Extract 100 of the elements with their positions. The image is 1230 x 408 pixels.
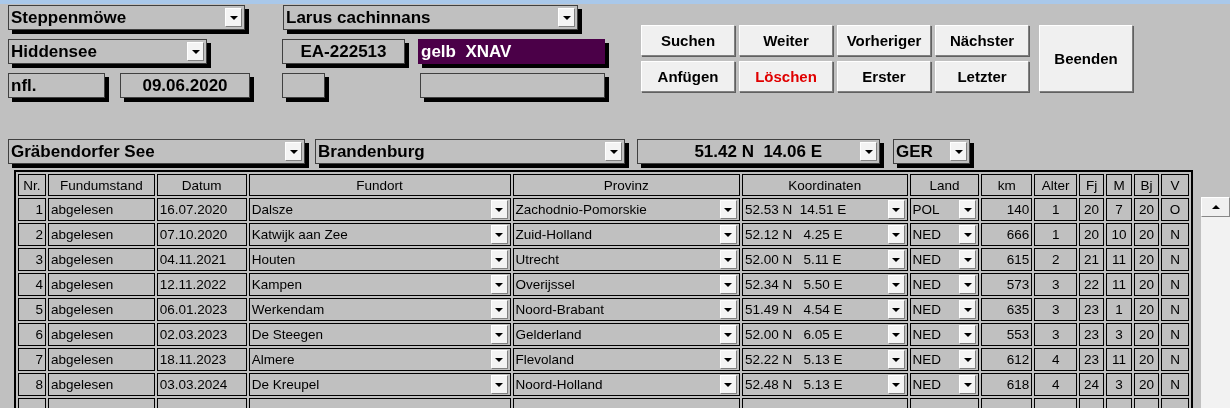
dropdown-button[interactable] <box>950 142 967 161</box>
dropdown-button[interactable] <box>887 225 905 244</box>
table-cell: 07.10.2020 <box>156 223 247 246</box>
dropdown-cell[interactable]: NED <box>909 248 980 271</box>
table-cell: 7 <box>1106 198 1133 221</box>
dropdown-button[interactable] <box>490 225 508 244</box>
action-button[interactable]: Nächster <box>935 25 1029 56</box>
dropdown-cell[interactable]: Katwijk aan Zee <box>248 223 511 246</box>
dropdown-cell[interactable]: 52.00 N 6.05 E <box>741 323 908 346</box>
dropdown-cell[interactable]: POL <box>909 198 980 221</box>
dropdown-button[interactable] <box>558 8 575 27</box>
dropdown-cell[interactable]: NED <box>909 373 980 396</box>
dropdown-button[interactable] <box>285 142 302 161</box>
dropdown-button[interactable] <box>490 300 508 319</box>
dropdown-cell[interactable]: 52.53 N 14.51 E <box>741 198 908 221</box>
dropdown-button[interactable] <box>959 275 977 294</box>
table-cell: 573 <box>981 273 1033 296</box>
action-button[interactable]: Erster <box>837 61 931 92</box>
caret-icon <box>864 149 873 154</box>
dropdown-cell[interactable]: Noord-Holland <box>512 373 740 396</box>
dropdown-cell[interactable]: NED <box>909 273 980 296</box>
dropdown-button[interactable] <box>605 142 622 161</box>
dropdown-button[interactable] <box>490 275 508 294</box>
table-cell: abgelesen <box>47 348 155 371</box>
table-cell: 618 <box>981 373 1033 396</box>
dropdown-button[interactable] <box>959 350 977 369</box>
dropdown-button[interactable] <box>959 250 977 269</box>
dropdown-cell[interactable]: NED <box>909 323 980 346</box>
dropdown-cell[interactable]: Houten <box>248 248 511 271</box>
dropdown-button[interactable] <box>860 142 877 161</box>
dropdown-cell[interactable]: Utrecht <box>512 248 740 271</box>
dropdown-button[interactable] <box>959 325 977 344</box>
dropdown-button[interactable] <box>719 300 737 319</box>
dropdown-cell[interactable]: Overijssel <box>512 273 740 296</box>
scrollbar[interactable] <box>1201 197 1230 408</box>
action-button[interactable]: Letzter <box>935 61 1029 92</box>
dropdown-button[interactable] <box>887 300 905 319</box>
dropdown-button[interactable] <box>719 200 737 219</box>
dropdown-cell[interactable]: 52.22 N 5.13 E <box>741 348 908 371</box>
dropdown-button[interactable] <box>887 275 905 294</box>
dropdown-cell[interactable]: Almere <box>248 348 511 371</box>
dropdown-button[interactable] <box>719 250 737 269</box>
action-button[interactable]: Vorheriger <box>837 25 931 56</box>
dropdown-button[interactable] <box>887 200 905 219</box>
dropdown-cell[interactable]: Zachodnio-Pomorskie <box>512 198 740 221</box>
dropdown-button[interactable] <box>719 325 737 344</box>
table-cell: 4 <box>18 273 46 296</box>
dropdown-cell[interactable]: NED <box>909 223 980 246</box>
action-button[interactable]: Weiter <box>739 25 833 56</box>
action-button[interactable]: Beenden <box>1039 25 1133 92</box>
dropdown-button[interactable] <box>887 325 905 344</box>
dropdown-button[interactable] <box>959 200 977 219</box>
table-cell: 3 <box>1034 323 1078 346</box>
table-cell: 7 <box>18 348 46 371</box>
dropdown-cell[interactable]: 52.48 N 5.13 E <box>741 373 908 396</box>
dropdown-button[interactable] <box>490 375 508 394</box>
dropdown-cell[interactable]: Flevoland <box>512 348 740 371</box>
dropdown-button[interactable] <box>490 350 508 369</box>
dropdown-button[interactable] <box>887 250 905 269</box>
dropdown-cell[interactable]: Dalsze <box>248 198 511 221</box>
dropdown-button[interactable] <box>959 300 977 319</box>
dropdown-cell[interactable]: Noord-Brabant <box>512 298 740 321</box>
scroll-up-button[interactable] <box>1201 197 1230 217</box>
dropdown-cell[interactable]: Werkendam <box>248 298 511 321</box>
dropdown-cell[interactable]: Gelderland <box>512 323 740 346</box>
dropdown-cell[interactable]: NED <box>909 298 980 321</box>
dropdown-button[interactable] <box>490 325 508 344</box>
dropdown-button[interactable] <box>225 8 242 27</box>
column-header: Bj <box>1134 174 1159 196</box>
dropdown-cell[interactable]: NED <box>909 348 980 371</box>
dropdown-cell[interactable]: Zuid-Holland <box>512 223 740 246</box>
table-cell: 2 <box>1034 248 1078 271</box>
table-cell: 4 <box>1034 348 1078 371</box>
dropdown-cell[interactable]: 52.00 N 5.11 E <box>741 248 908 271</box>
dropdown-button[interactable] <box>719 350 737 369</box>
table-cell: 4 <box>1034 373 1078 396</box>
table-cell: 20 <box>1134 348 1159 371</box>
dropdown-button[interactable] <box>490 200 508 219</box>
dropdown-cell[interactable]: 51.49 N 4.54 E <box>741 298 908 321</box>
dropdown-button[interactable] <box>719 225 737 244</box>
table-cell: 11 <box>1106 273 1133 296</box>
dropdown-button[interactable] <box>959 375 977 394</box>
dropdown-cell[interactable]: 52.34 N 5.50 E <box>741 273 908 296</box>
table-cell: abgelesen <box>47 298 155 321</box>
dropdown-button[interactable] <box>887 375 905 394</box>
dropdown-cell[interactable]: De Kreupel <box>248 373 511 396</box>
table-cell: 04.11.2021 <box>156 248 247 271</box>
dropdown-cell[interactable]: Kampen <box>248 273 511 296</box>
dropdown-button[interactable] <box>719 275 737 294</box>
dropdown-cell[interactable]: 52.12 N 4.25 E <box>741 223 908 246</box>
action-button[interactable]: Anfügen <box>641 61 735 92</box>
dropdown-button[interactable] <box>187 42 204 61</box>
dropdown-button[interactable] <box>887 350 905 369</box>
dropdown-button[interactable] <box>719 375 737 394</box>
column-header: Fundumstand <box>47 174 155 196</box>
action-button[interactable]: Löschen <box>739 61 833 92</box>
dropdown-button[interactable] <box>490 250 508 269</box>
action-button[interactable]: Suchen <box>641 25 735 56</box>
dropdown-cell[interactable]: De Steegen <box>248 323 511 346</box>
dropdown-button[interactable] <box>959 225 977 244</box>
